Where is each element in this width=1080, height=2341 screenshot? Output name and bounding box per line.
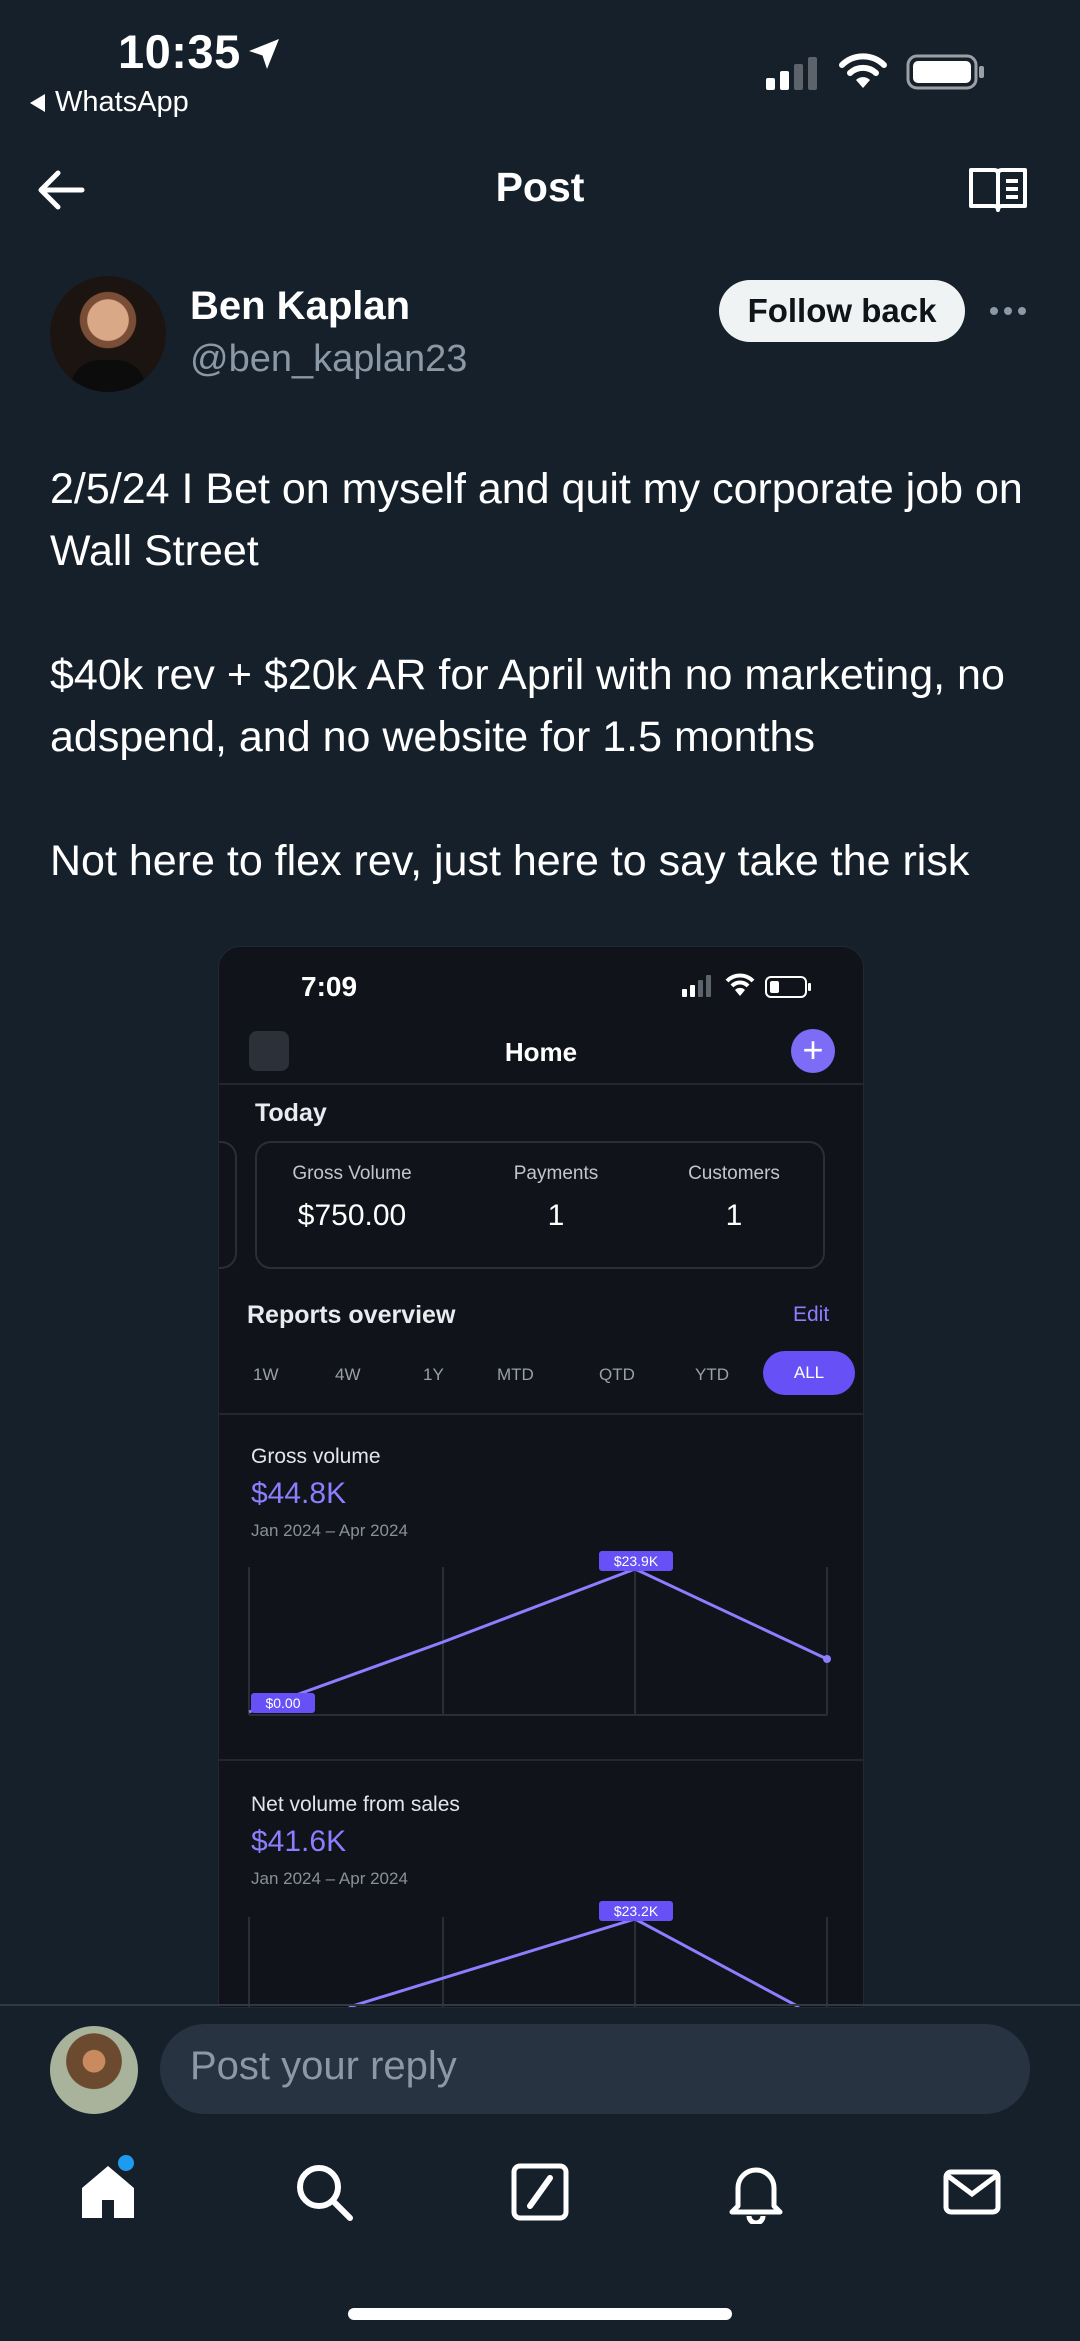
gross-volume-peak-label: $23.9K [614, 1553, 659, 1569]
net-volume-peak-label: $23.2K [614, 1903, 659, 1919]
current-user-avatar[interactable] [50, 2026, 138, 2114]
page-title: Post [495, 164, 585, 210]
cellular-signal-icon [766, 57, 817, 90]
range-qtd[interactable]: QTD [599, 1365, 635, 1385]
gross-volume-chart[interactable]: $0.00 $23.9K [219, 1547, 863, 1727]
chart-divider [219, 1759, 863, 1761]
net-volume-range: Jan 2024 – Apr 2024 [251, 1869, 408, 1888]
add-plus-icon[interactable]: + [791, 1029, 835, 1073]
battery-icon [906, 54, 984, 90]
gross-volume-line [248, 1567, 828, 1714]
embedded-wifi-icon [725, 973, 755, 996]
embedded-divider [219, 1083, 863, 1085]
author-name[interactable]: Ben Kaplan [190, 284, 410, 329]
net-volume-chart[interactable]: $23.2K [219, 1897, 863, 2007]
home-notification-dot [118, 2155, 134, 2171]
status-time: 10:35 [118, 25, 241, 78]
range-mtd[interactable]: MTD [497, 1365, 534, 1385]
follow-back-button[interactable]: Follow back [719, 280, 965, 342]
notifications-bell-icon[interactable] [724, 2160, 788, 2224]
reader-mode-icon[interactable] [968, 166, 1028, 214]
range-all[interactable]: ALL [763, 1351, 855, 1395]
previous-card-edge [219, 1141, 237, 1269]
reply-divider [0, 2004, 1080, 2006]
edit-link[interactable]: Edit [793, 1303, 829, 1327]
location-arrow-icon [249, 39, 279, 69]
back-to-app-link[interactable]: WhatsApp [30, 86, 189, 119]
net-volume-line [348, 1917, 800, 2007]
embedded-battery-icon [765, 976, 811, 998]
gross-volume-range: Jan 2024 – Apr 2024 [251, 1521, 408, 1540]
post-text: 2/5/24 I Bet on myself and quit my corpo… [50, 465, 1023, 885]
ranges-divider [219, 1413, 863, 1415]
embedded-signal-icon [682, 975, 711, 997]
range-4w[interactable]: 4W [335, 1365, 361, 1385]
net-volume-title: Net volume from sales [251, 1793, 460, 1816]
gross-volume-start-label: $0.00 [265, 1695, 300, 1711]
gross-volume-value: $44.8K [251, 1477, 347, 1510]
search-icon[interactable] [292, 2160, 356, 2224]
range-1y[interactable]: 1Y [423, 1365, 444, 1385]
gross-volume-title: Gross volume [251, 1445, 381, 1468]
author-handle[interactable]: @ben_kaplan23 [190, 338, 467, 381]
author-avatar[interactable] [50, 276, 166, 392]
gross-volume-end-point [823, 1655, 831, 1663]
reply-placeholder: Post your reply [190, 2044, 457, 2088]
back-triangle-icon [30, 93, 45, 112]
today-label: Today [255, 1099, 327, 1127]
stat-payments: Payments 1 [513, 1163, 599, 1232]
wifi-icon [839, 53, 887, 88]
today-stats-card[interactable]: Gross Volume $750.00 Payments 1 Customer… [255, 1141, 825, 1269]
messages-envelope-icon[interactable] [940, 2160, 1004, 2224]
range-ytd[interactable]: YTD [695, 1365, 729, 1385]
stat-customers: Customers 1 [688, 1163, 780, 1232]
grok-icon[interactable] [508, 2160, 572, 2224]
home-indicator [348, 2308, 732, 2320]
back-app-label: WhatsApp [55, 86, 189, 118]
range-1w[interactable]: 1W [253, 1365, 279, 1385]
embedded-status-time: 7:09 [301, 971, 358, 1002]
embedded-home-title: Home [504, 1037, 578, 1067]
stat-gross-volume: Gross Volume $750.00 [292, 1163, 412, 1232]
post-image[interactable]: 7:09 Home + Today Gross Volume $750.00 P… [218, 946, 864, 2008]
net-volume-value: $41.6K [251, 1825, 347, 1858]
reports-overview-heading: Reports overview [247, 1301, 456, 1329]
more-options-icon[interactable] [988, 300, 1028, 322]
